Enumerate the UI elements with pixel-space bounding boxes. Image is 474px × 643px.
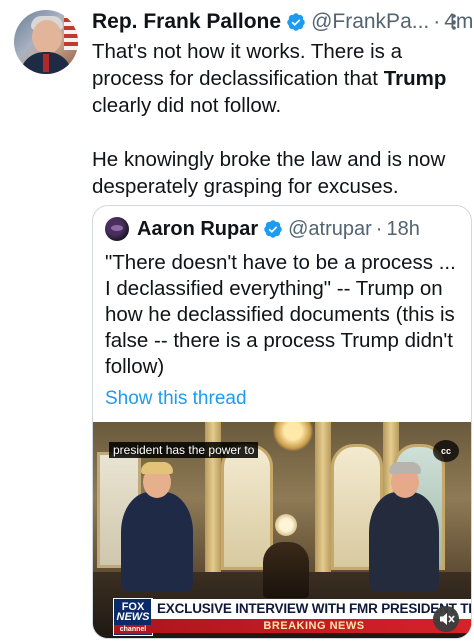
verified-badge-icon (287, 13, 305, 31)
trump-mention: Trump (383, 67, 447, 90)
author-handle[interactable]: @FrankPa... (311, 10, 429, 34)
video-caption: president has the power to (109, 442, 259, 458)
quoted-tweet-timestamp[interactable]: 18h (386, 218, 419, 241)
news-headline-banner: EXCLUSIVE INTERVIEW WITH FMR PRESIDENT T… (151, 599, 471, 619)
tweet[interactable]: Rep. Frank Pallone @FrankPa... · 4m That… (0, 0, 474, 643)
show-thread-link[interactable]: Show this thread (105, 388, 247, 410)
tweet-paragraph-2: He knowingly broke the law and is now de… (92, 148, 446, 198)
author-name[interactable]: Rep. Frank Pallone (92, 10, 281, 34)
interviewer-figure (369, 492, 439, 592)
separator-dot: · (375, 217, 383, 240)
quoted-author-name[interactable]: Aaron Rupar (137, 218, 258, 241)
breaking-news-strip: BREAKING NEWS (151, 619, 471, 633)
mute-icon[interactable] (433, 606, 459, 632)
closed-captions-button[interactable]: cc (433, 440, 459, 462)
verified-badge-icon (264, 220, 282, 238)
quoted-tweet-header: Aaron Rupar @atrupar · 18h (105, 216, 420, 242)
quoted-author-avatar[interactable] (105, 217, 129, 241)
tweet-paragraph-1: That's not how it works. There is a proc… (92, 40, 447, 117)
fox-news-logo: FOX NEWS channel (113, 598, 153, 636)
flag-image (64, 10, 78, 50)
news-lower-third: FOX NEWS channel EXCLUSIVE INTERVIEW WIT… (93, 598, 471, 636)
quoted-author-handle[interactable]: @atrupar (288, 218, 372, 241)
more-options-icon[interactable] (444, 12, 464, 32)
table-image (263, 542, 309, 598)
tweet-header: Rep. Frank Pallone @FrankPa... · 4m (92, 8, 473, 36)
video-player[interactable]: president has the power to cc FOX NEWS c… (93, 422, 471, 638)
quoted-tweet-card[interactable]: Aaron Rupar @atrupar · 18h "There doesn'… (92, 205, 472, 639)
chandelier-image (273, 422, 313, 452)
flowers-image (275, 514, 297, 536)
separator-dot: · (433, 10, 441, 33)
author-avatar[interactable] (14, 10, 78, 74)
quoted-tweet-text: "There doesn't have to be a process ... … (105, 251, 456, 378)
interviewee-figure (121, 492, 193, 592)
tweet-text: That's not how it works. There is a proc… (92, 38, 464, 200)
